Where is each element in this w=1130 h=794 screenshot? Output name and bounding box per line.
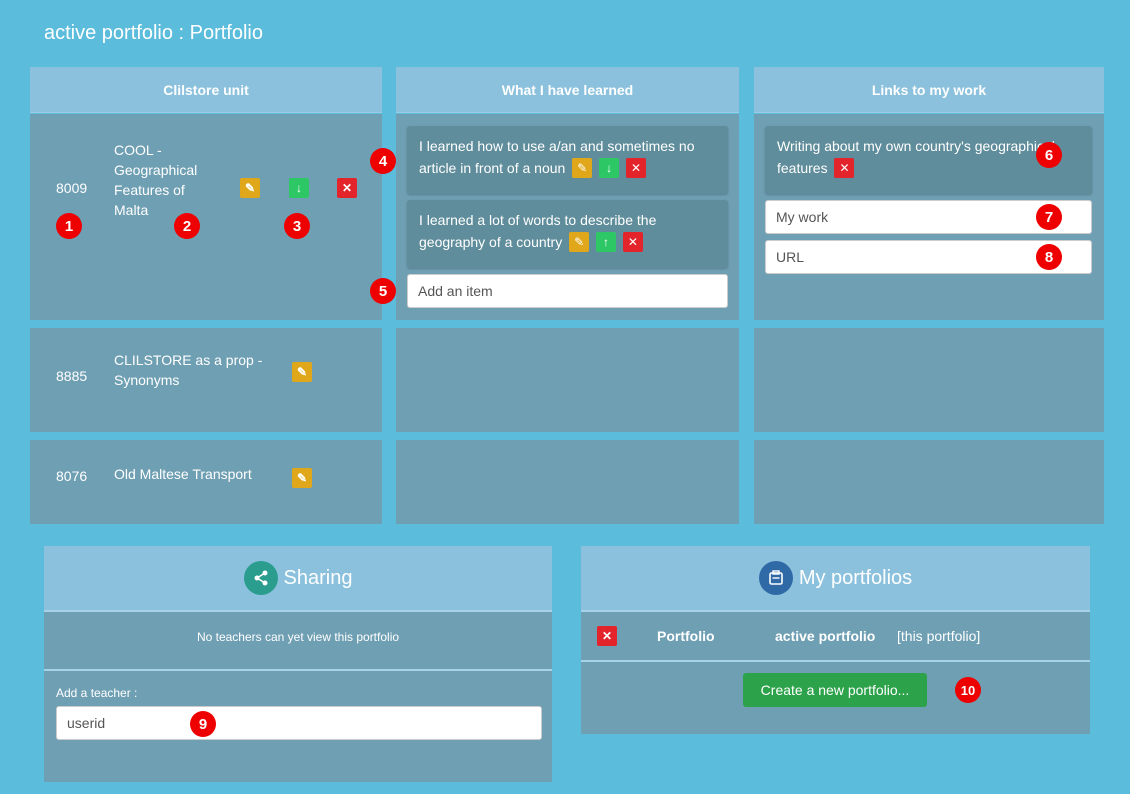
learned-item: I learned how to use a/an and sometimes … — [407, 126, 728, 194]
portfolio-row-note: [this portfolio] — [897, 628, 981, 644]
unit-row-3: 8076 Old Maltese Transport ✎ — [30, 440, 382, 524]
annotation-badge-5: 5 — [370, 278, 396, 304]
trash-icon[interactable]: ✕ — [597, 626, 617, 646]
portfolios-header: My portfolios — [581, 546, 1090, 612]
portfolio-icon — [758, 561, 793, 595]
annotation-badge-2: 2 — [174, 213, 200, 239]
divider — [581, 660, 1090, 662]
sharing-title: Sharing — [283, 566, 353, 589]
links-row-2 — [754, 328, 1104, 432]
add-item-input[interactable]: Add an item — [407, 274, 728, 308]
pencil-icon[interactable]: ✎ — [572, 158, 593, 179]
add-teacher-label: Add a teacher : — [56, 686, 138, 700]
learned-row-2 — [396, 328, 739, 432]
arrow-up-icon[interactable]: ↑ — [596, 232, 616, 253]
annotation-badge-1: 1 — [56, 213, 82, 239]
learned-column-header: What I have learned — [396, 67, 739, 113]
page-title: active portfolio : Portfolio — [44, 22, 263, 44]
trash-icon[interactable]: ✕ — [622, 232, 643, 253]
unit-id: 8885 — [56, 368, 88, 384]
unit-name-link[interactable]: COOL - Geographical Features of Malta — [114, 140, 214, 220]
create-portfolio-button[interactable]: Create a new portfolio... — [743, 673, 927, 707]
divider — [44, 669, 552, 671]
annotation-badge-7: 7 — [1036, 204, 1062, 230]
trash-icon[interactable]: ✕ — [834, 158, 855, 179]
portfolio-row-active: active portfolio — [775, 628, 876, 644]
unit-row-1: 8009 COOL - Geographical Features of Mal… — [30, 114, 382, 320]
unit-id: 8076 — [56, 468, 88, 484]
work-link-text[interactable]: Writing about my own country's geographi… — [777, 138, 1055, 176]
links-column-header: Links to my work — [754, 67, 1104, 113]
links-row-3 — [754, 440, 1104, 524]
unit-id: 8009 — [56, 180, 88, 196]
portfolio-page: active portfolio : Portfolio Clilstore u… — [8, 8, 1122, 786]
share-icon — [243, 561, 278, 595]
learned-row-3 — [396, 440, 739, 524]
annotation-badge-3: 3 — [284, 213, 310, 239]
unit-row-2: 8885 CLILSTORE as a prop - Synonyms ✎ — [30, 328, 382, 432]
teacher-userid-input[interactable]: userid — [56, 706, 542, 740]
arrow-down-icon[interactable]: ↓ — [599, 158, 620, 179]
unit-name-link[interactable]: CLILSTORE as a prop - Synonyms — [114, 350, 274, 390]
learned-item: I learned a lot of words to describe the… — [407, 200, 728, 268]
pencil-icon[interactable]: ✎ — [292, 468, 312, 488]
links-column: Links to my work — [754, 67, 1104, 113]
sharing-status: No teachers can yet view this portfolio — [196, 630, 400, 644]
annotation-badge-10: 10 — [955, 677, 981, 703]
learned-item-text: I learned a lot of words to describe the… — [419, 212, 657, 250]
trash-icon[interactable]: ✕ — [625, 158, 646, 179]
unit-name-link[interactable]: Old Maltese Transport — [114, 464, 284, 484]
unit-column: Clilstore unit — [30, 67, 382, 113]
links-row-1: Writing about my own country's geographi… — [754, 114, 1104, 320]
sharing-panel: Sharing No teachers can yet view this po… — [44, 546, 552, 782]
learned-column: What I have learned — [396, 67, 739, 113]
annotation-badge-9: 9 — [190, 711, 216, 737]
pencil-icon[interactable]: ✎ — [240, 178, 260, 198]
trash-icon[interactable]: ✕ — [337, 178, 357, 198]
unit-column-header: Clilstore unit — [30, 67, 382, 113]
pencil-icon[interactable]: ✎ — [292, 362, 312, 382]
annotation-badge-6: 6 — [1036, 142, 1062, 168]
annotation-badge-4: 4 — [370, 148, 396, 174]
pencil-icon[interactable]: ✎ — [569, 232, 590, 253]
portfolios-title: My portfolios — [798, 566, 913, 589]
sharing-header: Sharing — [44, 546, 552, 612]
portfolio-row-name[interactable]: Portfolio — [657, 628, 715, 644]
annotation-badge-8: 8 — [1036, 244, 1062, 270]
portfolios-panel: My portfolios ✕ Portfolio active portfol… — [581, 546, 1090, 734]
learned-item-text: I learned how to use a/an and sometimes … — [419, 138, 695, 176]
learned-row-1: I learned how to use a/an and sometimes … — [370, 114, 739, 320]
arrow-down-icon[interactable]: ↓ — [289, 178, 309, 198]
